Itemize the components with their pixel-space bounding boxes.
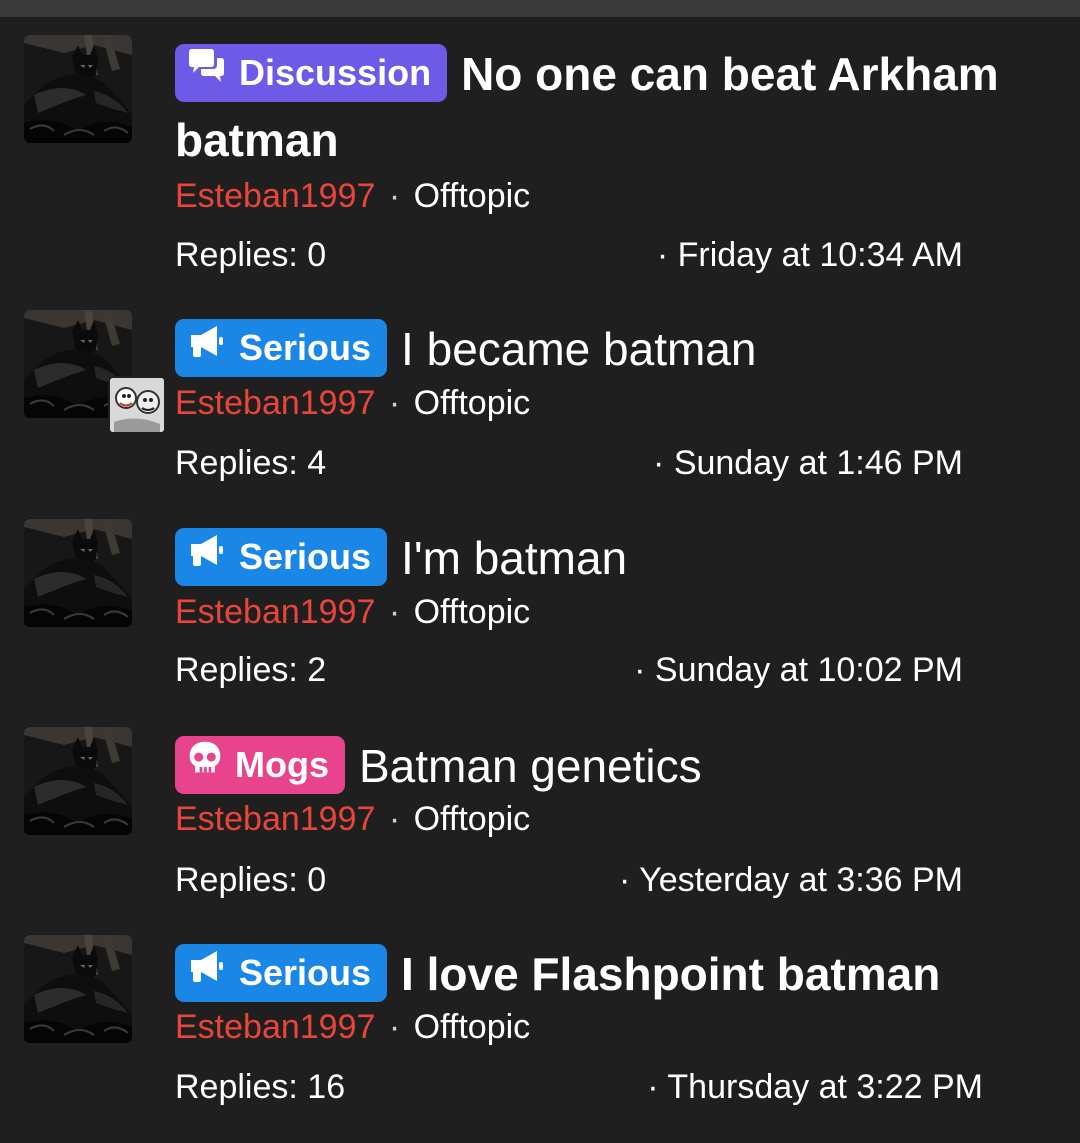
thread-title-line: Mogs Batman genetics — [175, 733, 1035, 799]
chat-bubbles-icon — [187, 43, 227, 101]
meta-separator: · — [388, 593, 401, 631]
forum-link[interactable]: Offtopic — [414, 800, 531, 838]
last-post-date[interactable]: · Thursday at 3:22 PM — [647, 1067, 983, 1107]
last-post-date[interactable]: · Sunday at 1:46 PM — [653, 443, 963, 483]
thread-title-line: Serious I'm batman — [175, 525, 1035, 591]
last-poster-avatar[interactable] — [108, 376, 166, 434]
megaphone-icon — [187, 527, 227, 585]
prefix-badge-mogs[interactable]: Mogs — [175, 735, 345, 794]
forum-link[interactable]: Offtopic — [414, 1008, 531, 1046]
author-link[interactable]: Esteban1997 — [175, 800, 375, 838]
prefix-label: Mogs — [235, 743, 329, 785]
prefix-label: Serious — [239, 535, 372, 577]
meta-separator: · — [388, 384, 401, 422]
thread-meta: Esteban1997 · Offtopic — [175, 383, 530, 423]
reply-count: Replies: 2 — [175, 651, 327, 689]
thread-title-line: Discussion No one can beat Arkham batman — [175, 41, 1035, 173]
prefix-badge-serious[interactable]: Serious — [175, 943, 388, 1002]
thread-meta: Esteban1997 · Offtopic — [175, 592, 530, 632]
reply-count: Replies: 0 — [175, 861, 327, 899]
thread-meta: Esteban1997 · Offtopic — [175, 176, 530, 216]
last-post-date[interactable]: · Friday at 10:34 AM — [657, 235, 963, 275]
avatar[interactable] — [24, 935, 132, 1043]
author-link[interactable]: Esteban1997 — [175, 177, 375, 215]
megaphone-icon — [187, 318, 227, 376]
meta-separator: · — [388, 177, 401, 215]
avatar[interactable] — [24, 519, 132, 627]
meta-separator: · — [388, 1008, 401, 1046]
thread-title-line: Serious I became batman — [175, 316, 1035, 382]
reply-count: Replies: 16 — [175, 1068, 346, 1106]
thread-item[interactable]: Serious I love Flashpoint batman Esteban1… — [0, 935, 1080, 1135]
thread-title[interactable]: I became batman — [401, 323, 756, 375]
forum-link[interactable]: Offtopic — [414, 593, 531, 631]
thread-item[interactable]: Mogs Batman genetics Esteban1997 · Offtop… — [0, 727, 1080, 927]
reply-count: Replies: 0 — [175, 236, 327, 274]
thread-title[interactable]: I love Flashpoint batman — [401, 948, 940, 1000]
avatar[interactable] — [24, 727, 132, 835]
prefix-badge-serious[interactable]: Serious — [175, 318, 388, 377]
last-post-date[interactable]: · Sunday at 10:02 PM — [634, 650, 963, 690]
prefix-label: Discussion — [239, 51, 432, 93]
prefix-badge-discussion[interactable]: Discussion — [175, 43, 448, 102]
thread-title[interactable]: Batman genetics — [359, 740, 702, 792]
last-post-date[interactable]: · Yesterday at 3:36 PM — [619, 860, 963, 900]
avatar[interactable] — [24, 35, 132, 143]
thread-item[interactable]: Discussion No one can beat Arkham batman … — [0, 35, 1080, 274]
thread-item[interactable]: Serious I'm batman Esteban1997 · Offtopic… — [0, 519, 1080, 719]
meta-separator: · — [388, 800, 401, 838]
thread-item[interactable]: Serious I became batman Esteban1997 · Off… — [0, 310, 1080, 510]
top-bar — [0, 0, 1080, 17]
thread-meta: Esteban1997 · Offtopic — [175, 1007, 530, 1047]
thread-title[interactable]: I'm batman — [401, 532, 627, 584]
author-link[interactable]: Esteban1997 — [175, 384, 375, 422]
author-link[interactable]: Esteban1997 — [175, 1008, 375, 1046]
thread-title-line: Serious I love Flashpoint batman — [175, 941, 1035, 1007]
prefix-badge-serious[interactable]: Serious — [175, 527, 388, 586]
reply-count: Replies: 4 — [175, 444, 327, 482]
prefix-label: Serious — [239, 326, 372, 368]
skull-icon — [187, 735, 223, 793]
forum-link[interactable]: Offtopic — [414, 177, 531, 215]
megaphone-icon — [187, 943, 227, 1001]
forum-link[interactable]: Offtopic — [414, 384, 531, 422]
prefix-label: Serious — [239, 951, 372, 993]
thread-meta: Esteban1997 · Offtopic — [175, 799, 530, 839]
author-link[interactable]: Esteban1997 — [175, 593, 375, 631]
